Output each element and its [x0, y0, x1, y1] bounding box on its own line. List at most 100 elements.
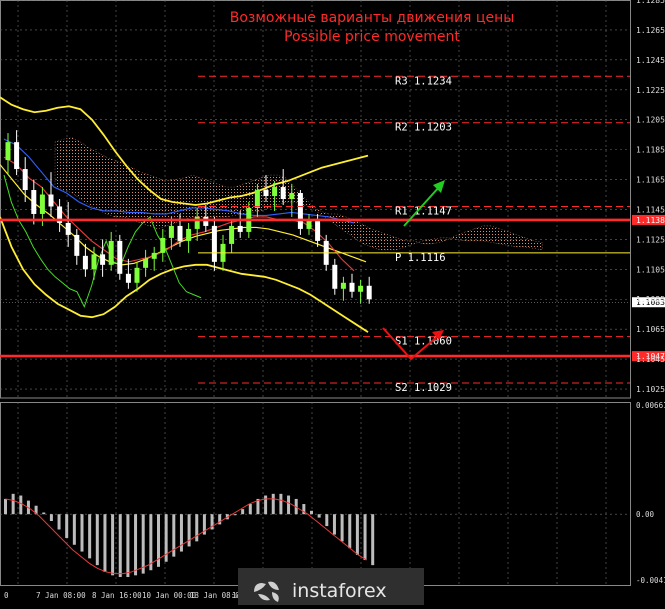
- candle-body: [143, 258, 149, 268]
- macd-bar: [149, 514, 153, 571]
- candle-body: [39, 194, 45, 214]
- macd-bar: [118, 514, 122, 578]
- macd-bar: [348, 514, 352, 549]
- candle-body: [65, 222, 71, 235]
- macd-bar: [195, 514, 199, 542]
- price-tick-label: 1.1185: [636, 146, 665, 155]
- candle-body: [289, 193, 295, 199]
- chart-title: Возможные варианты движения цены: [230, 10, 515, 26]
- macd-bar: [95, 514, 99, 566]
- candle-body: [31, 190, 37, 214]
- price-tick-label: 1.1205: [636, 116, 665, 125]
- candle-body: [272, 187, 278, 197]
- chart-subtitle: Possible price movement: [284, 29, 460, 45]
- candle-body: [203, 216, 209, 226]
- macd-bar: [111, 514, 115, 576]
- pivot-label-r2: R2 1.1203: [395, 122, 452, 134]
- price-tick-label: 1.1085: [636, 295, 665, 304]
- macd-bar: [49, 514, 53, 522]
- instaforex-watermark: instaforex: [238, 568, 424, 605]
- candle-body: [91, 254, 97, 270]
- macd-bar: [264, 495, 268, 515]
- macd-bar: [141, 514, 145, 574]
- candle-body: [211, 225, 217, 262]
- macd-bar: [325, 514, 329, 527]
- candle-body: [22, 169, 28, 191]
- macd-bar: [241, 509, 245, 515]
- candle-body: [5, 142, 11, 161]
- macd-bar: [187, 514, 191, 547]
- macd-bar: [271, 493, 275, 515]
- macd-bar: [57, 514, 61, 530]
- macd-bar: [80, 514, 84, 552]
- macd-bar: [4, 498, 7, 515]
- pivot-label-s1: S1 1.1060: [395, 336, 452, 348]
- macd-bar: [248, 504, 252, 515]
- candle-body: [349, 282, 355, 292]
- price-chart: R3 1.1234 R2 1.1203 R1 1.1147 P 1.1116 S1 1.…: [0, 0, 665, 605]
- candle-body: [237, 225, 243, 232]
- price-tick-label: 1.1025: [636, 385, 665, 394]
- macd-tick-label: 0.00: [636, 510, 655, 519]
- macd-bar: [340, 514, 344, 542]
- candle-body: [117, 240, 123, 274]
- candle-body: [125, 273, 131, 283]
- macd-bar: [42, 512, 46, 515]
- candle-body: [134, 267, 140, 283]
- macd-bar: [72, 514, 76, 545]
- time-tick-label: 10 Jan 00:00: [142, 591, 197, 600]
- candle-body: [332, 264, 338, 289]
- macd-bar: [363, 514, 367, 561]
- macd-bar: [103, 514, 107, 572]
- candle-body: [177, 225, 183, 241]
- candle-body: [48, 194, 54, 207]
- candle-body: [297, 193, 303, 229]
- candle-body: [229, 225, 235, 244]
- macd-bar: [19, 495, 23, 515]
- price-tick-label: 1.1065: [636, 325, 665, 334]
- candle-body: [315, 219, 321, 241]
- macd-bar: [287, 495, 291, 515]
- price-tick-label: 1.1225: [636, 86, 665, 95]
- candle-body: [366, 285, 372, 300]
- macd-bar: [310, 510, 313, 515]
- chart-canvas: R3 1.1234 R2 1.1203 R1 1.1147 P 1.1116 S1 1.…: [0, 0, 665, 605]
- time-tick-label: 8 Jan 16:00: [92, 591, 142, 600]
- price-tick-label: 1.1165: [636, 176, 665, 185]
- candle-body: [306, 219, 312, 229]
- price-tick-label: 1.1045: [636, 355, 665, 364]
- pivot-label-r1: R1 1.1147: [395, 205, 452, 217]
- time-tick-label: 0: [4, 591, 9, 600]
- candle-body: [108, 240, 114, 265]
- candle-body: [160, 237, 166, 253]
- candle-body: [14, 142, 20, 170]
- candle-body: [151, 252, 157, 259]
- candle-body: [168, 225, 174, 238]
- macd-bar: [279, 493, 283, 515]
- price-tick-label: 1.1265: [636, 26, 665, 35]
- candle-body: [358, 285, 364, 292]
- macd-bar: [233, 514, 237, 516]
- candle-body: [186, 228, 192, 241]
- candle-body: [82, 255, 88, 270]
- macd-bar: [355, 514, 359, 555]
- macd-bar: [134, 514, 138, 576]
- macd-bar: [11, 493, 15, 515]
- macd-bar: [88, 514, 92, 559]
- macd-tick-label: -0.00417: [636, 576, 665, 585]
- marked-price-tag: 1.1138: [636, 216, 665, 225]
- time-tick-label: 7 Jan 08:00: [36, 591, 86, 600]
- macd-tick-label: 0.00661: [636, 401, 665, 410]
- price-tick-label: 1.1125: [636, 235, 665, 244]
- candle-body: [100, 254, 106, 265]
- macd-bar: [65, 514, 69, 538]
- watermark-brand-text: instaforex: [292, 580, 387, 602]
- macd-bar: [317, 514, 321, 518]
- price-tick-label: 1.1285: [636, 0, 665, 5]
- candle-body: [340, 282, 346, 289]
- pivot-label-s2: S2 1.1029: [395, 382, 452, 394]
- candle-body: [263, 190, 269, 197]
- pivot-label-p: P 1.1116: [395, 252, 446, 264]
- candle-body: [74, 234, 80, 256]
- price-tick-label: 1.1245: [636, 56, 665, 65]
